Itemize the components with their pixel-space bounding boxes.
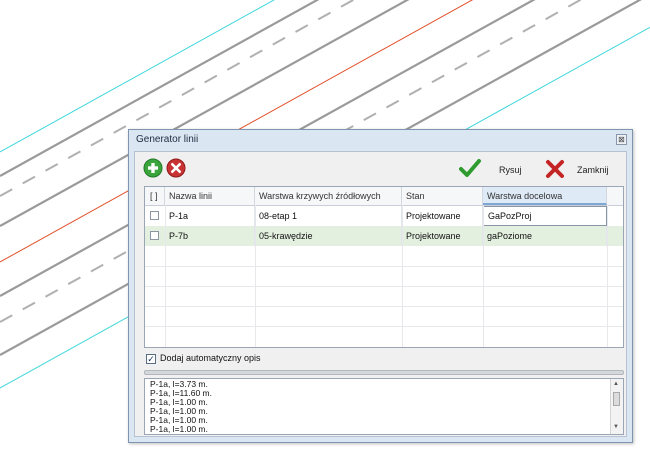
log-lines: P-1a, l=3.73 m. P-1a, l=11.60 m. P-1a, l… xyxy=(150,380,212,434)
auto-description-label[interactable]: Dodaj automatyczny opis xyxy=(160,353,261,363)
checkmark-icon[interactable] xyxy=(459,159,481,179)
lines-grid: [ ] Nazwa linii Warstwa krzywych źródłow… xyxy=(144,186,624,348)
row-name[interactable]: P-1a xyxy=(165,206,255,226)
log-textbox[interactable]: P-1a, l=3.73 m. P-1a, l=11.60 m. P-1a, l… xyxy=(144,378,624,435)
dialog-title: Generator linii xyxy=(136,134,199,145)
auto-description-checkbox[interactable]: ✓ xyxy=(146,354,156,364)
plus-circle-icon[interactable] xyxy=(143,158,163,178)
column-header-name[interactable]: Nazwa linii xyxy=(165,187,255,205)
dialog-close-button[interactable]: ⊠ xyxy=(616,134,627,145)
column-header-target-layer[interactable]: Warstwa docelowa xyxy=(483,187,607,205)
grid-line xyxy=(255,205,256,347)
row-target-layer-editor[interactable]: GaPozProj xyxy=(483,206,607,226)
row-checkbox[interactable] xyxy=(150,211,159,220)
scroll-thumb[interactable] xyxy=(613,392,620,406)
grid-line xyxy=(145,306,623,307)
log-line: P-1a, l=1.00 m. xyxy=(150,424,208,434)
generator-linii-dialog: Generator linii ⊠ Rysuj Zamknij [ ] Nazw… xyxy=(128,129,633,443)
column-header-source-layer[interactable]: Warstwa krzywych źródłowych xyxy=(255,187,402,205)
row-name[interactable]: P-7b xyxy=(165,226,255,246)
row-state[interactable]: Projektowane xyxy=(402,206,483,226)
row-state[interactable]: Projektowane xyxy=(402,226,483,246)
row-source-layer[interactable]: 05-krawędzie xyxy=(255,226,402,246)
row-source-layer[interactable]: 08-etap 1 xyxy=(255,206,402,226)
x-circle-icon[interactable] xyxy=(166,158,186,178)
row-checkbox[interactable] xyxy=(150,231,159,240)
grid-line xyxy=(145,266,623,267)
grid-line xyxy=(145,326,623,327)
grid-line xyxy=(483,205,484,347)
scroll-up-icon[interactable]: ▲ xyxy=(613,381,619,387)
draw-button[interactable]: Rysuj xyxy=(499,165,522,175)
dialog-titlebar[interactable]: Generator linii ⊠ xyxy=(129,130,632,150)
close-x-icon[interactable] xyxy=(545,159,565,179)
grid-line xyxy=(607,205,608,347)
grid-header: [ ] Nazwa linii Warstwa krzywych źródłow… xyxy=(145,187,623,206)
row-target-layer[interactable]: gaPoziome xyxy=(483,226,607,246)
scroll-down-icon[interactable]: ▼ xyxy=(613,424,619,430)
close-button[interactable]: Zamknij xyxy=(577,165,609,175)
dialog-client-area: Rysuj Zamknij [ ] Nazwa linii Warstwa kr… xyxy=(134,151,627,437)
column-header-select[interactable]: [ ] xyxy=(145,187,165,205)
splitter-bar[interactable] xyxy=(144,370,624,375)
table-row[interactable]: P-1a 08-etap 1 Projektowane GaPozProj xyxy=(145,206,623,226)
table-row[interactable]: P-7b 05-krawędzie Projektowane gaPoziome xyxy=(145,226,623,246)
grid-line xyxy=(402,205,403,347)
log-scrollbar[interactable]: ▲ ▼ xyxy=(610,379,623,434)
grid-line xyxy=(145,286,623,287)
column-header-state[interactable]: Stan xyxy=(402,187,483,205)
grid-line xyxy=(165,205,166,347)
